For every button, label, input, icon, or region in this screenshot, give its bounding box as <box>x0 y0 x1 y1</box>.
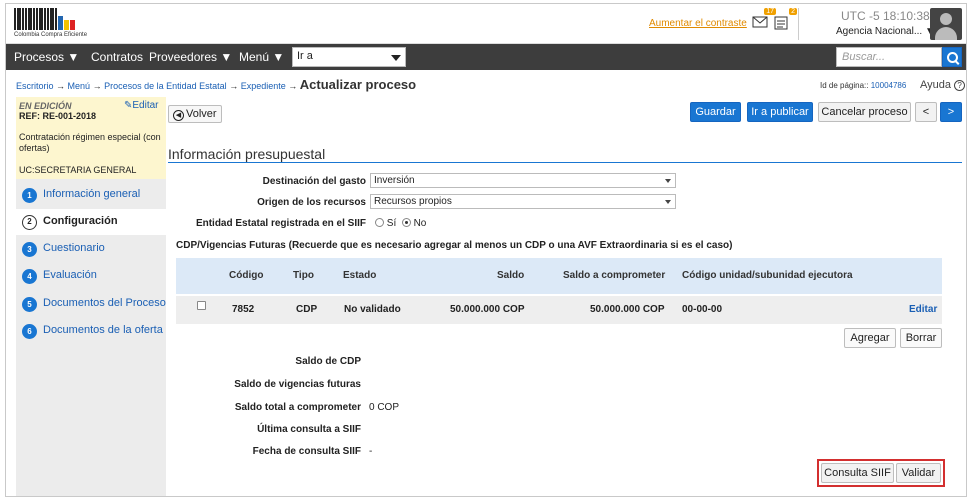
process-summary: EN EDICIÓN ✎Editar REF: RE-001-2018 Cont… <box>16 97 166 179</box>
logo[interactable]: Colombia Compra Eficiente <box>14 8 104 40</box>
saldo-total-value: 0 COP <box>369 402 400 413</box>
cell-codigo: 7852 <box>232 304 255 315</box>
process-sidebar: EN EDICIÓN ✎Editar REF: RE-001-2018 Cont… <box>16 97 166 496</box>
app-frame: Colombia Compra Eficiente Aumentar el co… <box>5 3 967 497</box>
col-saldo: Saldo <box>497 270 525 281</box>
fecha-consulta-value: - <box>369 446 373 457</box>
cdp-title: CDP/Vigencias Futuras (Recuerde que es n… <box>176 240 733 251</box>
consulta-siif-button[interactable]: Consulta SIIF <box>821 463 894 483</box>
process-modality: Contratación régimen especial (con ofert… <box>19 132 161 153</box>
nav-menu[interactable]: Menú ▼ <box>239 50 284 64</box>
logo-caption: Colombia Compra Eficiente <box>14 32 88 38</box>
col-codigo: Código <box>229 270 264 281</box>
agency-name: Agencia Nacional... <box>836 26 923 37</box>
col-tipo: Tipo <box>293 270 314 281</box>
step-evaluacion[interactable]: 4 Evaluación <box>16 263 166 289</box>
destino-label: Destinación del gasto <box>262 176 366 187</box>
siif-radio-group: Sí No <box>375 218 426 229</box>
cell-unidad: 00-00-00 <box>682 304 723 315</box>
help-link[interactable]: Ayuda ? <box>920 79 966 91</box>
siif-yes-radio[interactable] <box>375 218 384 227</box>
col-saldo-comprometer: Saldo a comprometer <box>563 270 666 281</box>
row-checkbox[interactable] <box>197 301 206 310</box>
crumb-escritorio[interactable]: Escritorio <box>16 81 54 91</box>
breadcrumb: Escritorio → Menú → Procesos de la Entid… <box>16 77 417 92</box>
notifications-icon[interactable]: 2 <box>773 8 797 30</box>
cancel-process-button[interactable]: Cancelar proceso <box>818 102 911 122</box>
cdp-table-header: Código Tipo Estado Saldo Saldo a comprom… <box>176 258 942 294</box>
user-avatar[interactable] <box>930 8 962 40</box>
cell-saldo: 50.000.000 COP <box>450 304 525 315</box>
publish-button[interactable]: Ir a publicar <box>747 102 813 122</box>
saldo-vigencias-label: Saldo de vigencias futuras <box>234 379 361 390</box>
ultima-consulta-label: Última consulta a SIIF <box>257 424 361 435</box>
step-informacion-general[interactable]: 1 Información general <box>16 182 166 208</box>
next-button[interactable]: > <box>940 102 962 122</box>
search-icon[interactable] <box>942 47 962 67</box>
page-id: Id de página:: 10004786 <box>820 81 907 90</box>
section-title: Información presupuestal <box>168 146 326 162</box>
destino-select[interactable]: Inversión <box>370 173 676 188</box>
page-title: Actualizar proceso <box>299 77 417 92</box>
cell-saldo-comprometer: 50.000.000 COP <box>590 304 665 315</box>
arrow-left-icon: ◀ <box>173 110 184 121</box>
step-documentos-oferta[interactable]: 6 Documentos de la oferta <box>16 318 166 344</box>
agency-selector[interactable]: Agencia Nacional... ▼ <box>836 26 935 37</box>
edit-row-link[interactable]: Editar <box>909 304 937 315</box>
help-icon: ? <box>954 80 966 91</box>
col-unidad: Código unidad/subunidad ejecutora <box>682 270 853 281</box>
caret-down-icon <box>665 179 671 183</box>
crumb-expediente[interactable]: Expediente <box>241 81 286 91</box>
header-divider <box>798 8 799 40</box>
table-row: 7852 CDP No validado 50.000.000 COP 50.0… <box>176 296 942 324</box>
prev-button[interactable]: < <box>915 102 937 122</box>
clock: UTC -5 18:10:38 <box>841 9 930 23</box>
logo-barcode-icon <box>14 8 104 30</box>
nav-contratos[interactable]: Contratos <box>91 50 143 64</box>
fecha-consulta-label: Fecha de consulta SIIF <box>252 446 361 457</box>
section-divider <box>168 162 962 163</box>
validar-button[interactable]: Validar <box>896 463 941 483</box>
siif-no-radio[interactable] <box>401 218 411 227</box>
search-input[interactable]: Buscar... <box>836 47 942 67</box>
back-button[interactable]: ◀ Volver <box>168 105 222 123</box>
contrast-link[interactable]: Aumentar el contraste <box>649 18 747 29</box>
nav-proveedores[interactable]: Proveedores ▼ <box>149 50 232 64</box>
step-configuracion[interactable]: 2 Configuración <box>16 209 166 235</box>
status-badge: EN EDICIÓN <box>19 101 72 111</box>
siif-no-label: No <box>413 218 427 229</box>
siif-label: Entidad Estatal registrada en el SIIF <box>195 218 366 229</box>
saldo-cdp-label: Saldo de CDP <box>295 356 361 367</box>
top-header: Colombia Compra Eficiente Aumentar el co… <box>6 4 966 44</box>
siif-yes-label: Sí <box>386 218 397 229</box>
delete-cdp-button[interactable]: Borrar <box>900 328 942 348</box>
origen-select[interactable]: Recursos propios <box>370 194 676 209</box>
origen-label: Origen de los recursos <box>257 197 366 208</box>
add-cdp-button[interactable]: Agregar <box>844 328 896 348</box>
messages-icon[interactable]: 17 <box>752 8 776 30</box>
main-nav: Procesos ▼ Contratos Proveedores ▼ Menú … <box>6 44 966 70</box>
save-button[interactable]: Guardar <box>690 102 741 122</box>
step-cuestionario[interactable]: 3 Cuestionario <box>16 236 166 262</box>
caret-down-icon <box>391 55 401 61</box>
process-ref: REF: RE-001-2018 <box>19 111 97 121</box>
saldo-total-label: Saldo total a comprometer <box>234 402 361 413</box>
notifications-badge: 2 <box>789 8 797 15</box>
nav-procesos[interactable]: Procesos ▼ <box>14 50 79 64</box>
process-unit: UC:SECRETARIA GENERAL <box>19 165 137 175</box>
edit-process-link[interactable]: ✎Editar <box>124 100 159 111</box>
goto-select[interactable]: Ir a <box>292 47 406 67</box>
cell-estado: No validado <box>344 304 401 315</box>
caret-down-icon <box>665 200 671 204</box>
crumb-procesos[interactable]: Procesos de la Entidad Estatal <box>104 81 227 91</box>
col-estado: Estado <box>343 270 377 281</box>
cell-tipo: CDP <box>296 304 318 315</box>
step-documentos-proceso[interactable]: 5 Documentos del Proceso <box>16 291 166 317</box>
crumb-menu[interactable]: Menú <box>68 81 91 91</box>
